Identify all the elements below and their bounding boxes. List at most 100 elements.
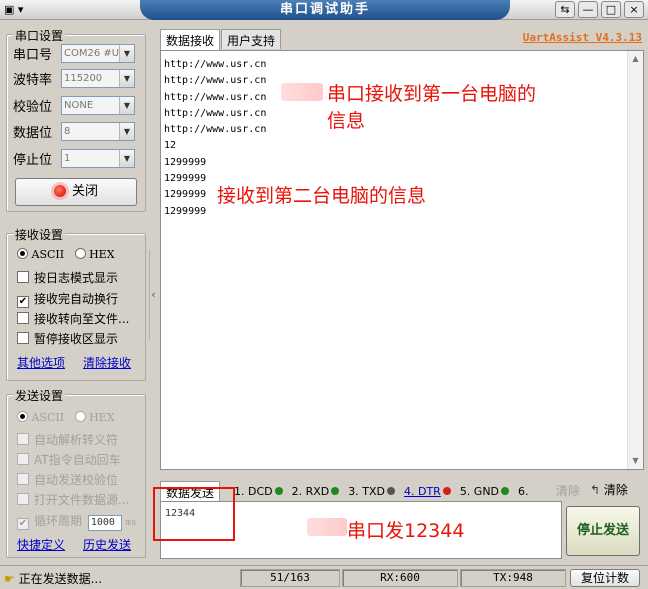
signal-indicator[interactable]: 2. RXD <box>292 485 340 498</box>
signal-indicator[interactable]: 6. <box>518 485 529 498</box>
status-led-icon <box>386 486 395 495</box>
checkbox[interactable] <box>17 453 29 465</box>
receive-line: http://www.usr.cn <box>164 59 267 70</box>
receive-line: http://www.usr.cn <box>164 75 267 87</box>
maximize-button[interactable]: □ <box>601 1 621 18</box>
rx-ascii-radio[interactable] <box>17 248 28 259</box>
annotation-send: 串口发12344 <box>347 520 465 542</box>
reset-count-button[interactable]: 复位计数 <box>570 569 640 587</box>
minimize-button[interactable]: — <box>578 1 598 18</box>
port-label: 串口号 <box>13 47 53 63</box>
close-port-button[interactable]: 关闭 <box>15 178 137 206</box>
tab-user-support[interactable]: 用户支持 <box>221 29 282 49</box>
receive-line: 12 <box>164 140 177 152</box>
checkbox[interactable] <box>17 493 29 505</box>
chevron-down-icon[interactable]: ▼ <box>119 44 134 62</box>
status-led-icon <box>501 486 510 495</box>
tx-hex-label: HEX <box>89 411 115 424</box>
title-bar: ▣ ▾ 串口调试助手 ⇆ — □ × <box>0 0 648 20</box>
scroll-down-icon[interactable]: ▼ <box>628 453 643 469</box>
version-link[interactable]: UartAssist V4.3.13 <box>523 31 642 44</box>
signal-label: 5. GND <box>459 484 500 498</box>
loop-unit: ms <box>125 518 137 528</box>
checkbox-checked[interactable]: ✔ <box>17 296 29 308</box>
tx-option-loop[interactable]: ✔ 循环周期 1000 ms <box>17 512 137 531</box>
rx-option-log[interactable]: 按日志模式显示 <box>17 269 118 286</box>
more-options-link[interactable]: 其他选项 <box>17 354 65 371</box>
rx-option-file[interactable]: 接收转向至文件... <box>17 310 129 327</box>
signal-label: 6. <box>518 484 529 498</box>
tx-option-escape[interactable]: 自动解析转义符 <box>17 431 118 448</box>
tab-data-receive[interactable]: 数据接收 <box>160 29 221 51</box>
panel-splitter-handle[interactable]: ‹ <box>149 250 157 340</box>
status-led-icon <box>274 486 283 495</box>
baud-value: 115200 <box>64 72 103 84</box>
tx-option-at[interactable]: AT指令自动回车 <box>17 451 121 468</box>
chevron-down-icon[interactable]: ▼ <box>119 122 134 140</box>
databits-select[interactable]: 8 ▼ <box>61 121 135 141</box>
checkbox[interactable] <box>17 271 29 283</box>
checkbox[interactable] <box>17 312 29 324</box>
signal-indicator[interactable]: 5. GND <box>459 484 510 498</box>
loop-label: 循环周期 <box>34 514 83 528</box>
close-port-label: 关闭 <box>71 184 98 199</box>
rx-format: ASCII HEX <box>17 248 115 261</box>
chevron-down-icon[interactable]: ▼ <box>119 96 134 114</box>
signal-label: 2. RXD <box>291 484 330 498</box>
rx-hex-radio[interactable] <box>74 248 86 259</box>
status-message: ☛ 正在发送数据... <box>4 570 102 587</box>
chevron-down-icon[interactable]: ▼ <box>119 149 134 167</box>
receive-line: 1299999 <box>164 156 207 168</box>
tx-ascii-radio[interactable] <box>17 411 28 422</box>
baud-select[interactable]: 115200 ▼ <box>61 68 135 88</box>
tx-option-label: 自动发送校验位 <box>34 473 119 487</box>
highlight-box <box>153 487 235 541</box>
redacted-region <box>281 83 323 101</box>
power-led-icon <box>53 185 66 197</box>
send-history-link[interactable]: 历史发送 <box>83 536 131 553</box>
signal-indicator[interactable]: 3. TXD <box>348 485 395 498</box>
clear-send-grey[interactable]: 清除 <box>556 482 580 499</box>
receive-line: http://www.usr.cn <box>164 91 267 103</box>
stopbits-select[interactable]: 1 ▼ <box>61 148 135 168</box>
checkbox[interactable] <box>17 433 29 445</box>
clear-send-button[interactable]: ↰ 清除 <box>590 481 628 498</box>
port-select[interactable]: COM26 #US ▼ <box>61 43 135 63</box>
tx-format: ASCII HEX <box>17 411 115 424</box>
system-menu-icon[interactable]: ▣ ▾ <box>4 2 38 18</box>
receive-text-area[interactable]: http://www.usr.cn http://www.usr.cn http:/… <box>160 50 644 470</box>
clear-receive-link[interactable]: 清除接收 <box>83 354 131 371</box>
stopbits-value: 1 <box>64 152 71 164</box>
checkbox[interactable] <box>17 473 29 485</box>
rx-option-autowrap[interactable]: ✔ 接收完自动换行 <box>17 290 118 308</box>
stop-send-button[interactable]: 停止发送 <box>566 506 640 556</box>
receive-line: http://www.usr.cn <box>164 124 267 136</box>
checkbox-checked[interactable]: ✔ <box>17 518 29 530</box>
loop-period-input[interactable]: 1000 <box>87 515 122 531</box>
close-window-button[interactable]: × <box>624 1 644 18</box>
serial-settings-group: 串口设置 串口号 COM26 #US ▼ 波特率 115200 ▼ 校验位 NONE ▼ 数… <box>6 27 146 212</box>
receive-line: http://www.usr.cn <box>164 107 267 119</box>
checkbox[interactable] <box>17 332 29 344</box>
tx-option-label: 打开文件数据源... <box>34 493 130 507</box>
serial-settings-title: 串口设置 <box>13 27 66 44</box>
port-value: COM26 #US <box>64 47 126 59</box>
signal-indicator[interactable]: 1. DCD <box>234 485 283 498</box>
tx-hex-radio[interactable] <box>74 411 86 422</box>
parity-select[interactable]: NONE ▼ <box>61 95 135 115</box>
signal-label: 3. TXD <box>348 484 385 498</box>
clear-arrow-icon: ↰ <box>590 483 601 497</box>
receive-scrollbar[interactable]: ▲ ▼ <box>627 51 643 469</box>
rx-option-label: 接收转向至文件... <box>34 312 130 326</box>
tx-option-file[interactable]: 打开文件数据源... <box>17 491 129 508</box>
tx-option-checksum[interactable]: 自动发送校验位 <box>17 471 118 488</box>
signal-indicator[interactable]: 4. DTR <box>404 485 451 498</box>
restore-icon[interactable]: ⇆ <box>555 1 575 18</box>
chevron-down-icon[interactable]: ▼ <box>119 69 134 87</box>
scroll-up-icon[interactable]: ▲ <box>628 51 643 67</box>
send-settings-group: 发送设置 ASCII HEX 自动解析转义符 AT指令自动回车 自动发送校验位 … <box>6 387 146 558</box>
shortcut-define-link[interactable]: 快捷定义 <box>17 536 65 553</box>
rx-option-pause[interactable]: 暂停接收区显示 <box>17 330 118 347</box>
annotation-second-pc: 接收到第二台电脑的信息 <box>217 185 427 207</box>
clear-send-label: 清除 <box>603 483 628 497</box>
